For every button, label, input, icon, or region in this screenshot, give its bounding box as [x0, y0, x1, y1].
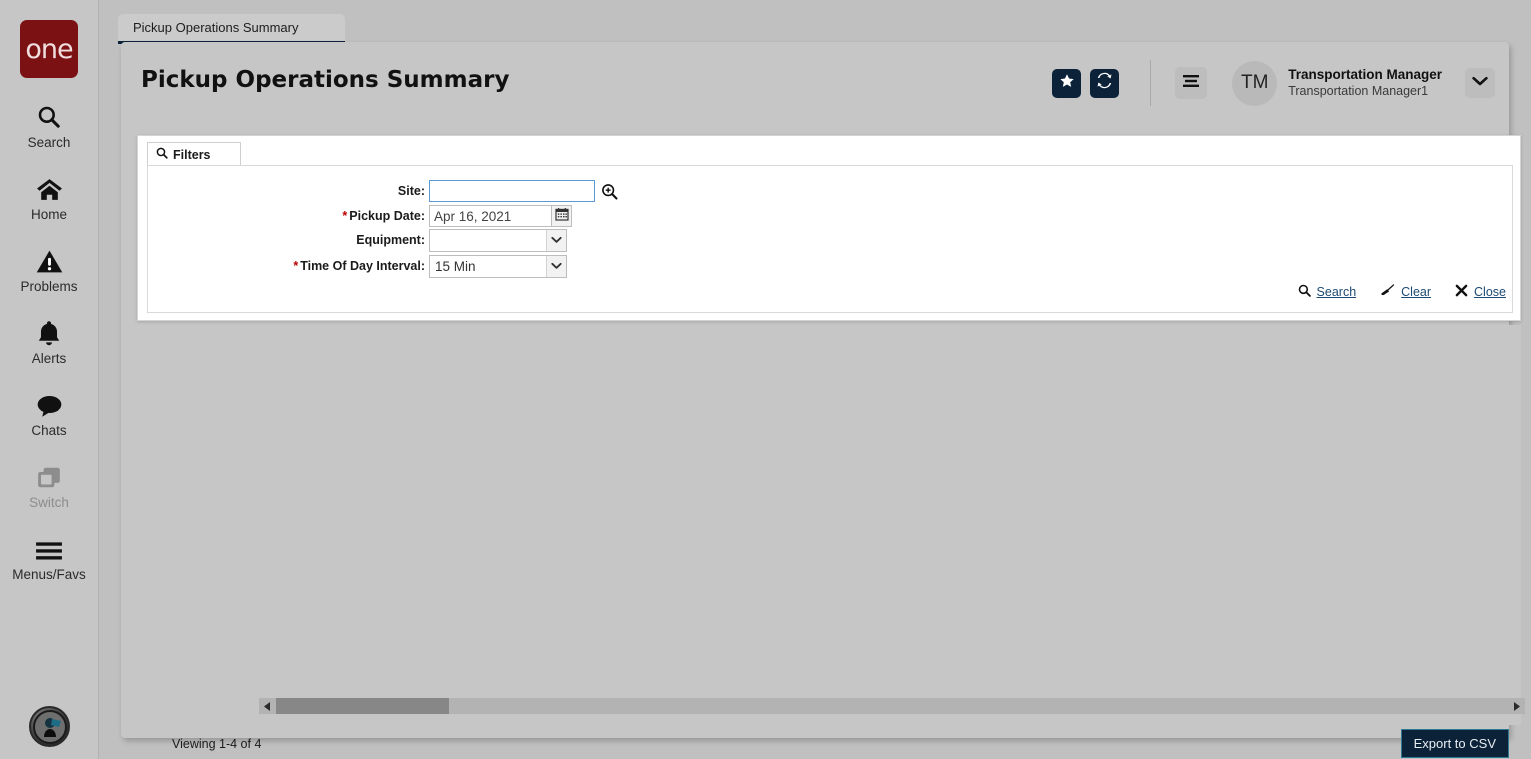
refresh-icon: [1096, 72, 1113, 94]
search-button-label: Search: [1316, 285, 1357, 299]
sidebar-item-label: Chats: [31, 423, 67, 438]
user-subtitle: Transportation Manager1: [1288, 83, 1429, 98]
sidebar-item-label: Home: [30, 207, 67, 222]
warning-triangle-icon: [36, 244, 63, 274]
time-of-day-interval-label-text: Time Of Day Interval:: [300, 259, 425, 273]
search-button[interactable]: Search: [1298, 284, 1357, 300]
equipment-label-text: Equipment:: [356, 233, 425, 247]
search-icon: [156, 147, 168, 162]
triangle-right-icon[interactable]: [1508, 698, 1525, 714]
magnifier-plus-icon[interactable]: [601, 183, 618, 200]
equipment-select[interactable]: [429, 228, 567, 252]
viewing-count: Viewing 1-4 of 4: [172, 737, 262, 751]
header-menu-button[interactable]: [1175, 67, 1208, 99]
site-input[interactable]: [429, 180, 595, 202]
sidebar-item-label: Search: [27, 135, 71, 150]
scrollbar-thumb[interactable]: [276, 698, 449, 714]
user-name: Transportation Manager: [1288, 66, 1442, 82]
time-of-day-interval-label: * Time Of Day Interval:: [148, 259, 429, 273]
logo-text: one: [25, 33, 73, 65]
sidebar-item-switch[interactable]: Switch: [0, 460, 99, 510]
chevron-down-icon: [546, 255, 566, 277]
chevron-down-icon: [1472, 74, 1488, 92]
close-button[interactable]: Close: [1455, 284, 1506, 300]
calendar-icon: [554, 207, 569, 226]
sidebar-item-label: Alerts: [31, 351, 67, 366]
avatar[interactable]: TM: [1232, 60, 1278, 106]
broom-icon: [1380, 284, 1395, 300]
sidebar-item-label: Switch: [29, 495, 69, 510]
sidebar-item-chats[interactable]: Chats: [0, 388, 99, 438]
star-icon: [1059, 73, 1075, 94]
horizontal-scrollbar[interactable]: [259, 698, 1525, 714]
pickup-date-label-text: Pickup Date:: [349, 209, 425, 223]
triangle-left-icon[interactable]: [259, 698, 276, 714]
pickup-date-input[interactable]: Apr 16, 2021: [429, 205, 551, 227]
home-icon: [36, 172, 63, 202]
header-divider: [1150, 60, 1152, 106]
user-info: Transportation Manager Transportation Ma…: [1288, 67, 1442, 100]
refresh-button[interactable]: [1090, 68, 1120, 98]
hamburger-icon: [35, 532, 63, 562]
site-label-text: Site:: [397, 184, 425, 198]
sidebar-item-label: Problems: [20, 279, 78, 294]
results-grid-area: Viewing 1-4 of 4 Export to CSV: [137, 325, 1525, 758]
bell-icon: [37, 316, 61, 346]
required-asterisk: *: [293, 259, 299, 273]
close-x-icon: [1455, 284, 1468, 300]
filter-row-site: Site:: [148, 180, 618, 202]
filter-row-pickup-date: * Pickup Date: Apr 16, 2021: [148, 205, 572, 227]
export-to-csv-label: Export to CSV: [1413, 736, 1496, 751]
chevron-down-icon: [546, 229, 566, 251]
page-title: Pickup Operations Summary: [141, 67, 510, 93]
pickup-date-value: Apr 16, 2021: [434, 208, 512, 224]
site-label: Site:: [148, 184, 429, 198]
time-of-day-interval-value: 15 Min: [435, 258, 476, 274]
search-icon: [1298, 284, 1311, 300]
filters-card: Filters Site: * Pickup Date: Apr 16, 202…: [137, 135, 1521, 321]
pickup-date-control: Apr 16, 2021: [429, 205, 572, 227]
browser-tab-pickup-operations-summary[interactable]: Pickup Operations Summary: [118, 14, 345, 44]
time-of-day-interval-select[interactable]: 15 Min: [429, 254, 567, 278]
sidebar-item-problems[interactable]: Problems: [0, 244, 99, 294]
calendar-button[interactable]: [551, 205, 572, 227]
favorite-button[interactable]: [1052, 68, 1082, 98]
switch-windows-icon: [36, 460, 62, 490]
user-menu-button[interactable]: [1465, 68, 1495, 98]
required-asterisk: *: [342, 209, 348, 223]
sidebar-item-label: Menus/Favs: [12, 567, 86, 582]
tab-filters-label: Filters: [173, 147, 211, 162]
app-header: Pickup Operations Summary TM Transportat…: [121, 42, 1509, 118]
close-button-label: Close: [1474, 285, 1506, 299]
equipment-label: Equipment:: [148, 233, 429, 247]
pickup-date-label: * Pickup Date:: [148, 209, 429, 223]
filter-actions: Search Clear Close: [1298, 284, 1506, 300]
left-sidebar: one Search Home Problems Alerts Chats Sw…: [0, 0, 99, 759]
sidebar-item-home[interactable]: Home: [0, 172, 99, 222]
hamburger-menu-icon: [1182, 74, 1200, 93]
avatar-initials: TM: [1241, 72, 1269, 93]
tab-strip: Pickup Operations Summary: [99, 0, 1531, 44]
clear-button[interactable]: Clear: [1380, 284, 1431, 300]
browser-tab-label: Pickup Operations Summary: [133, 20, 299, 35]
avatar-image: [32, 709, 67, 744]
sidebar-item-alerts[interactable]: Alerts: [0, 316, 99, 366]
sidebar-item-menus-favs[interactable]: Menus/Favs: [0, 532, 99, 582]
tab-filters[interactable]: Filters: [147, 142, 241, 166]
sidebar-item-search[interactable]: Search: [0, 100, 99, 150]
export-to-csv-button[interactable]: Export to CSV: [1400, 729, 1509, 758]
sidebar-user-avatar[interactable]: [29, 706, 70, 747]
main-panel: Pickup Operations Summary TM Transportat…: [121, 42, 1525, 758]
clear-button-label: Clear: [1401, 285, 1432, 299]
chat-bubble-icon: [36, 388, 63, 418]
filter-row-equipment: Equipment:: [148, 228, 567, 252]
filter-row-time-of-day-interval: * Time Of Day Interval: 15 Min: [148, 254, 567, 278]
one-logo[interactable]: one: [20, 20, 78, 78]
search-icon: [36, 100, 62, 130]
header-actions: TM Transportation Manager Transportation…: [1043, 58, 1495, 108]
